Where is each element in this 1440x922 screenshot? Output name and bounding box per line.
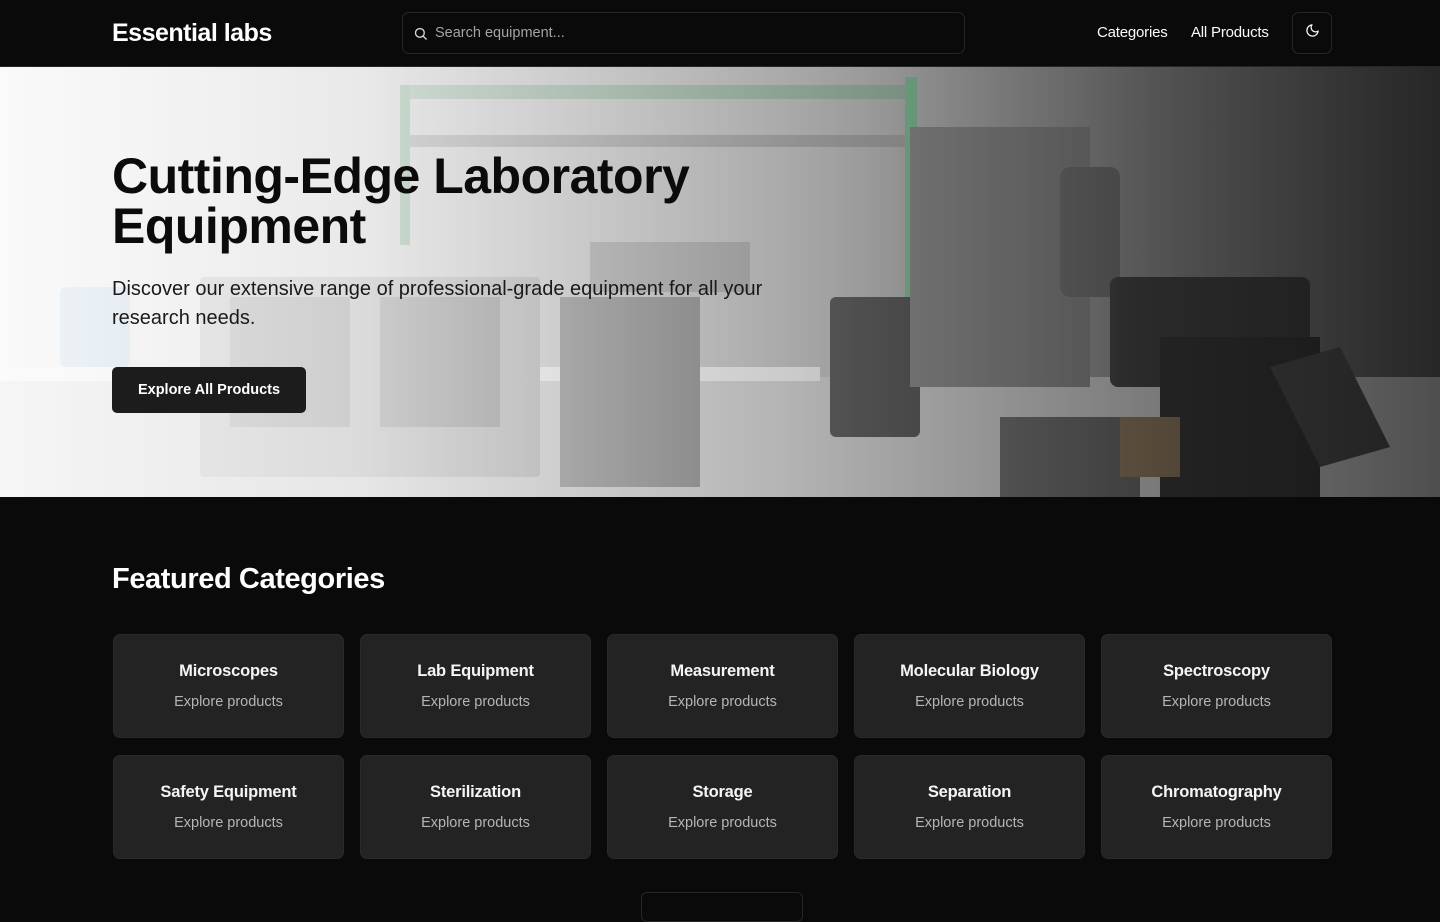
category-name: Sterilization bbox=[430, 783, 521, 801]
category-card-chromatography[interactable]: Chromatography Explore products bbox=[1101, 755, 1332, 859]
nav-link-all-products[interactable]: All Products bbox=[1191, 24, 1269, 41]
category-link-text: Explore products bbox=[668, 815, 777, 831]
search-icon bbox=[411, 24, 429, 42]
category-name: Chromatography bbox=[1151, 783, 1282, 801]
category-link-text: Explore products bbox=[1162, 815, 1271, 831]
moon-icon bbox=[1305, 23, 1320, 43]
site-header: Essential labs Categories All Products bbox=[0, 0, 1440, 67]
category-name: Spectroscopy bbox=[1163, 662, 1270, 680]
theme-toggle-button[interactable] bbox=[1292, 12, 1332, 54]
nav-link-categories[interactable]: Categories bbox=[1097, 24, 1168, 41]
category-link-text: Explore products bbox=[915, 815, 1024, 831]
category-card-separation[interactable]: Separation Explore products bbox=[854, 755, 1085, 859]
category-card-lab-equipment[interactable]: Lab Equipment Explore products bbox=[360, 634, 591, 738]
hero-title: Cutting-Edge Laboratory Equipment bbox=[112, 148, 690, 254]
category-name: Measurement bbox=[670, 662, 775, 680]
site-logo[interactable]: Essential labs bbox=[112, 19, 272, 48]
view-all-categories-button[interactable] bbox=[641, 892, 803, 922]
featured-categories-title: Featured Categories bbox=[112, 563, 385, 595]
category-link-text: Explore products bbox=[174, 694, 283, 710]
search-bar[interactable] bbox=[402, 12, 965, 54]
category-link-text: Explore products bbox=[915, 694, 1024, 710]
search-input[interactable] bbox=[435, 25, 935, 41]
category-card-safety-equipment[interactable]: Safety Equipment Explore products bbox=[113, 755, 344, 859]
category-name: Storage bbox=[692, 783, 753, 801]
category-name: Safety Equipment bbox=[160, 783, 297, 801]
category-name: Separation bbox=[927, 783, 1012, 801]
category-card-sterilization[interactable]: Sterilization Explore products bbox=[360, 755, 591, 859]
category-link-text: Explore products bbox=[174, 815, 283, 831]
category-name: Microscopes bbox=[179, 662, 278, 680]
hero-subtitle: Discover our extensive range of professi… bbox=[112, 278, 763, 329]
category-card-microscopes[interactable]: Microscopes Explore products bbox=[113, 634, 344, 738]
category-name: Lab Equipment bbox=[417, 662, 534, 680]
category-card-molecular-biology[interactable]: Molecular Biology Explore products bbox=[854, 634, 1085, 738]
category-link-text: Explore products bbox=[1162, 694, 1271, 710]
category-card-storage[interactable]: Storage Explore products bbox=[607, 755, 838, 859]
category-card-spectroscopy[interactable]: Spectroscopy Explore products bbox=[1101, 634, 1332, 738]
category-link-text: Explore products bbox=[421, 815, 530, 831]
category-grid: Microscopes Explore products Lab Equipme… bbox=[113, 634, 1332, 859]
category-link-text: Explore products bbox=[668, 694, 777, 710]
category-link-text: Explore products bbox=[421, 694, 530, 710]
category-name: Molecular Biology bbox=[900, 662, 1039, 680]
category-card-measurement[interactable]: Measurement Explore products bbox=[607, 634, 838, 738]
explore-all-products-button[interactable]: Explore All Products bbox=[112, 367, 306, 413]
hero-banner: Cutting-Edge Laboratory Equipment Discov… bbox=[0, 67, 1440, 497]
